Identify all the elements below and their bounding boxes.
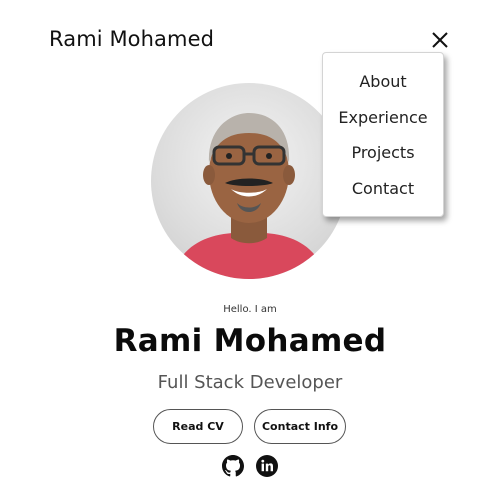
menu-item-about[interactable]: About: [323, 67, 443, 103]
menu-item-experience[interactable]: Experience: [323, 103, 443, 139]
profile-name: Rami Mohamed: [113, 323, 387, 359]
menu-item-projects[interactable]: Projects: [323, 138, 443, 174]
close-menu-button[interactable]: [430, 30, 450, 50]
linkedin-icon: [256, 455, 278, 477]
profile-avatar: [151, 83, 347, 279]
brand-name[interactable]: Rami Mohamed: [49, 27, 214, 51]
read-cv-button[interactable]: Read CV: [153, 409, 243, 444]
menu-item-contact[interactable]: Contact: [323, 174, 443, 210]
linkedin-link[interactable]: [256, 455, 278, 477]
dropdown-menu: About Experience Projects Contact: [322, 52, 444, 217]
greeting-text: Hello. I am: [223, 304, 277, 315]
contact-info-button[interactable]: Contact Info: [254, 409, 346, 444]
profile-role: Full Stack Developer: [157, 372, 343, 393]
close-icon: [430, 30, 450, 50]
portfolio-page: Rami Mohamed About Experience Projects C…: [0, 0, 500, 500]
github-link[interactable]: [222, 455, 244, 477]
github-icon: [222, 455, 244, 477]
